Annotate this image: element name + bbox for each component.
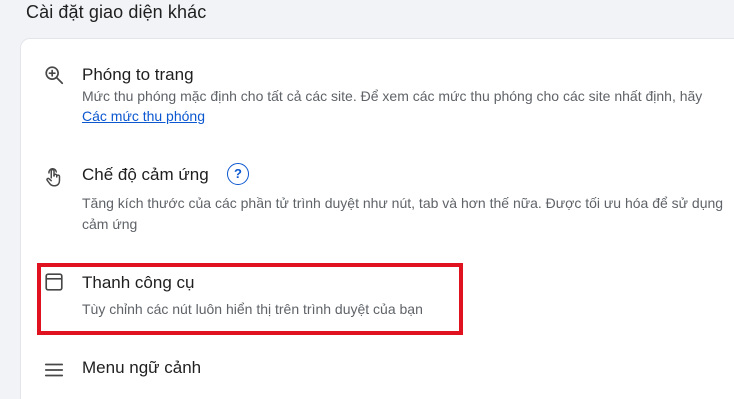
touch-mode-description: Tăng kích thước của các phần tử trình du… (82, 195, 724, 232)
touch-mode-title: Chế độ cảm ứng (82, 165, 209, 184)
toolbar-window-icon (43, 271, 65, 293)
zoom-levels-link[interactable]: Các mức thu phóng (82, 108, 205, 124)
touch-gesture-icon (43, 166, 65, 188)
section-title: Cài đặt giao diện khác (26, 2, 207, 22)
settings-card: Phóng to trang Mức thu phóng mặc định ch… (20, 38, 734, 399)
toolbar-title: Thanh công cụ (82, 273, 195, 292)
menu-lines-icon (43, 359, 65, 381)
context-menu-title: Menu ngữ cảnh (82, 358, 202, 377)
toolbar-description: Tùy chỉnh các nút luôn hiển thị trên trì… (82, 301, 423, 317)
help-icon[interactable]: ? (227, 163, 249, 185)
zoom-description: Mức thu phóng mặc định cho tất cả các si… (82, 88, 703, 104)
zoom-title: Phóng to trang (82, 65, 194, 84)
zoom-in-icon (43, 64, 65, 86)
